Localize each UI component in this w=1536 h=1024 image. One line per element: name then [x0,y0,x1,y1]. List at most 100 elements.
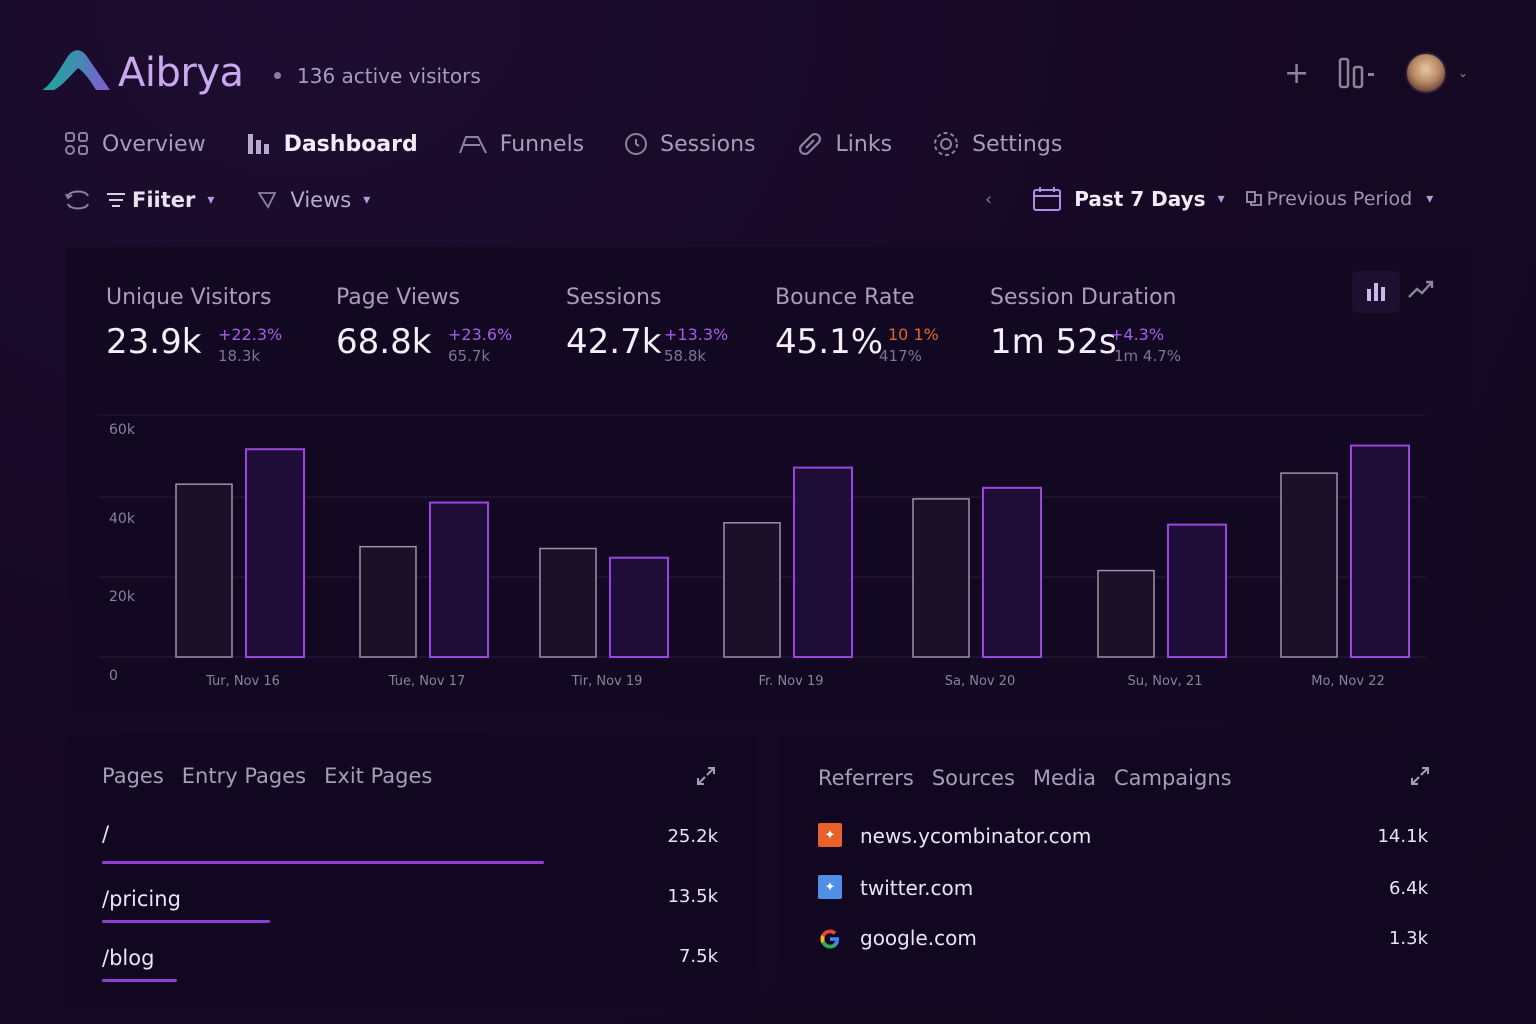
funnel-icon [458,136,487,154]
twitter-icon: ✦ [818,875,842,899]
metric-label: Bounce Rate [775,285,915,310]
active-visitors: 136 active visitors [297,64,481,88]
referrers-card: Referrers Sources Media Campaigns ✦ news… [780,734,1470,1006]
tab-label: Overview [102,131,206,157]
x-tick-label: Fr. Nov 19 [759,674,824,689]
page-row-label[interactable]: /pricing [102,887,181,911]
period-selector[interactable]: Past 7 Days [1074,187,1205,211]
add-icon[interactable]: + [1284,56,1309,91]
chevron-left-icon[interactable]: ‹ [985,189,992,210]
chevron-down-icon[interactable]: ⌄ [1458,66,1468,80]
metric-value: 42.7k [566,322,662,362]
bar-chart-icon [247,134,269,154]
pages-tabs: Pages Entry Pages Exit Pages [102,764,450,788]
live-indicator-dot [274,72,281,79]
metric-value: 68.8k [336,322,432,362]
refresh-icon[interactable] [64,186,92,214]
bar-current [1167,523,1227,658]
metric-previous: 417% [879,347,922,365]
compare-selector[interactable]: Previous Period [1267,188,1413,210]
metric-delta: +23.6% [448,325,513,344]
filter-dropdown[interactable]: Fiiter ▾ [106,188,214,212]
pages-card: Pages Entry Pages Exit Pages / 25.2k /pr… [66,734,756,1006]
views-label: Views [290,188,352,212]
metric-previous: 58.8k [664,347,707,365]
funnel-icon [258,192,277,209]
line-view-toggle-icon[interactable] [1406,277,1436,301]
page-row-label[interactable]: / [102,822,109,846]
gear-icon [934,132,959,156]
metric-bounce-rate[interactable]: Bounce Rate 45.1% 10 1% 417% [775,285,939,365]
chevron-down-icon[interactable]: ▾ [1426,191,1433,207]
tab-pages[interactable]: Pages [102,764,164,788]
tab-dashboard[interactable]: Dashboard [246,130,418,158]
brand-logo [42,50,110,90]
referrer-row-label[interactable]: twitter.com [860,876,973,900]
bar-chart-icon [1367,283,1385,301]
y-tick-label: 60k [109,422,136,438]
layout-icon[interactable] [1338,57,1378,89]
bar-previous [912,498,970,658]
metric-label: Session Duration [990,285,1177,310]
referrer-row-label[interactable]: google.com [860,926,977,950]
calendar-icon [1033,187,1062,211]
tab-media[interactable]: Media [1033,766,1096,790]
bar-current [982,486,1042,658]
referrer-tabs: Referrers Sources Media Campaigns [818,766,1250,790]
page-share-bar [102,920,270,923]
google-icon [820,929,839,949]
page-row-value: 13.5k [667,886,718,907]
tab-referrers[interactable]: Referrers [818,766,914,790]
tab-exit-pages[interactable]: Exit Pages [324,764,432,788]
tab-links[interactable]: Links [796,130,893,158]
chevron-down-icon: ▾ [207,192,215,208]
tab-sessions[interactable]: Sessions [624,130,756,158]
bar-view-toggle[interactable] [1352,271,1400,313]
metric-label: Unique Visitors [106,285,272,310]
metric-sessions[interactable]: Sessions 42.7k +13.3% 58.8k [566,285,728,365]
tab-campaigns[interactable]: Campaigns [1114,766,1232,790]
filter-bar: Fiiter ▾ Views ▾ [64,186,370,214]
avatar[interactable] [1405,52,1447,94]
chevron-down-icon: ▾ [363,192,371,208]
x-tick-label: Tue, Nov 17 [388,674,466,689]
compare-icon [1245,191,1262,206]
period-controls: ‹ Past 7 Days ▾ Previous Period ▾ [985,186,1433,212]
metric-previous: 18.3k [218,347,261,365]
referrer-row-value: 6.4k [1388,878,1428,899]
metric-unique-visitors[interactable]: Unique Visitors 23.9k +22.3% 18.3k [106,285,282,365]
expand-icon[interactable] [1408,764,1432,788]
bar-current [429,501,489,658]
metric-previous: 1m 4.7% [1114,347,1182,365]
grid-icon [65,132,88,155]
page-share-bar [102,861,544,864]
chevron-down-icon[interactable]: ▾ [1218,191,1225,207]
tab-sources[interactable]: Sources [932,766,1015,790]
tab-settings[interactable]: Settings [932,130,1062,158]
link-icon [798,132,821,156]
y-tick-label: 0 [109,668,118,684]
metrics-card: Unique Visitors 23.9k +22.3% 18.3k Page … [66,247,1470,717]
page-share-bar [102,979,177,982]
referrer-row-label[interactable]: news.ycombinator.com [860,824,1091,848]
referrer-row-value: 14.1k [1377,826,1428,847]
clock-icon [625,133,648,155]
x-tick-label: Tir, Nov 19 [571,674,643,689]
tab-label: Dashboard [283,131,418,157]
bar-previous [1280,472,1338,658]
tab-entry-pages[interactable]: Entry Pages [182,764,306,788]
metric-delta: +22.3% [218,325,283,344]
metric-page-views[interactable]: Page Views 68.8k +23.6% 65.7k [336,285,512,365]
page-row-label[interactable]: /blog [102,946,154,970]
tab-funnels[interactable]: Funnels [458,130,584,158]
tab-overview[interactable]: Overview [64,130,206,158]
filter-lines-icon [107,193,125,207]
views-dropdown[interactable]: Views ▾ [258,188,370,212]
tab-label: Links [835,131,893,157]
expand-icon[interactable] [694,764,718,788]
brand-name[interactable]: Aibrya [118,50,244,96]
metric-delta: +13.3% [664,325,729,344]
bar-current [793,466,853,659]
metric-session-duration[interactable]: Session Duration 1m 52s +4.3% 1m 4.7% [990,285,1181,365]
metric-delta: 10 1% [888,325,939,344]
